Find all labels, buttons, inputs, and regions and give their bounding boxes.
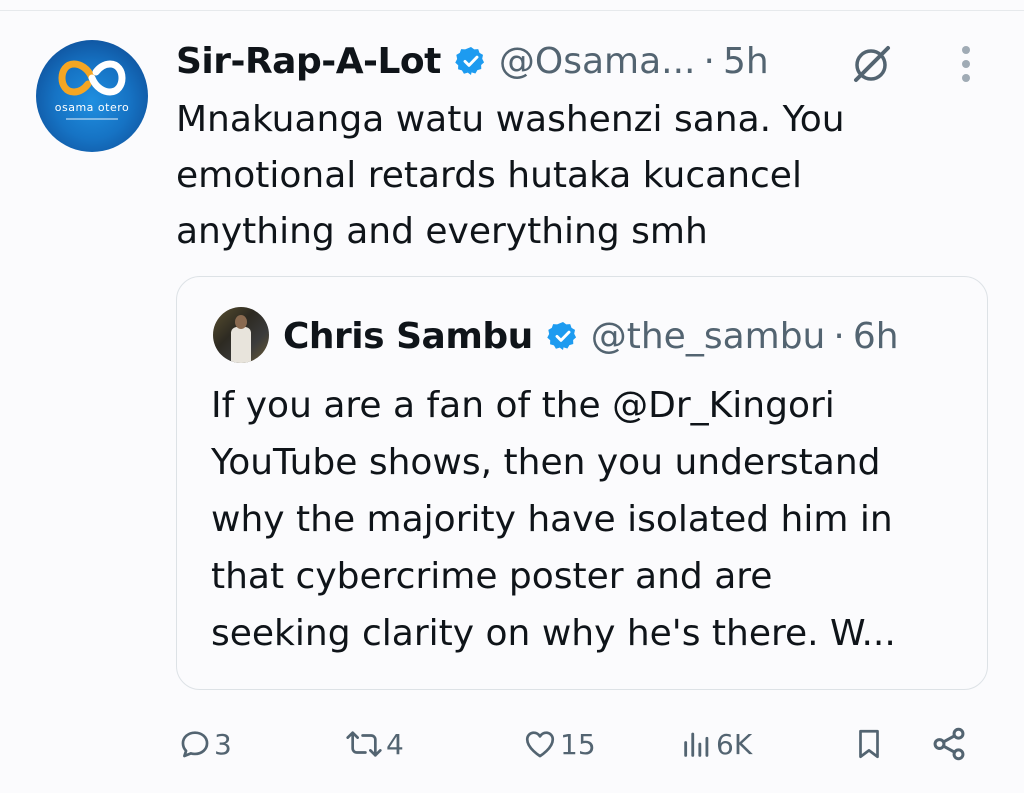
separator-dot: · (833, 315, 845, 357)
quoted-text-line: that cybercrime poster and are (211, 556, 773, 597)
separator-dot: · (703, 40, 715, 82)
quoted-tweet-header: Chris Sambu @the_sambu · 6h (283, 311, 899, 361)
bookmark-icon (859, 729, 879, 759)
tweet-text-line: emotional retards hutaka kucancel (176, 155, 802, 196)
like-count: 15 (560, 727, 596, 761)
grok-icon[interactable] (848, 42, 894, 92)
quoted-author-name[interactable]: Chris Sambu (283, 316, 533, 357)
quoted-text-line: seeking clarity on why he's there. W... (211, 613, 896, 654)
more-vertical-icon[interactable] (955, 44, 977, 88)
brand-logo-icon (58, 60, 126, 96)
retweet-count: 4 (386, 727, 404, 761)
timestamp[interactable]: 5h (723, 41, 769, 82)
tweet-text-line: anything and everything smh (176, 211, 708, 252)
quoted-text-line: YouTube shows, then you understand (211, 442, 881, 483)
quoted-text-line: If you are a fan of the @Dr_Kingori (211, 385, 835, 426)
avatar-tagline-line (66, 118, 118, 120)
quoted-timestamp[interactable]: 6h (853, 316, 899, 357)
author-name[interactable]: Sir-Rap-A-Lot (176, 41, 441, 82)
views-icon (684, 732, 709, 757)
like-button[interactable]: 15 (522, 716, 596, 772)
share-icon (933, 727, 965, 761)
retweet-button[interactable]: 4 (344, 716, 404, 772)
verified-badge-icon[interactable] (455, 45, 487, 77)
avatar-figure-head (235, 315, 247, 329)
reply-count: 3 (214, 727, 232, 761)
retweet-icon (346, 731, 382, 757)
views-count: 6K (716, 727, 753, 761)
avatar-figure (231, 327, 251, 363)
heart-icon (525, 731, 555, 758)
share-button[interactable] (930, 716, 968, 772)
action-bar: 3 4 15 6K (0, 716, 1024, 772)
quoted-tweet-card[interactable]: Chris Sambu @the_sambu · 6h If you are a… (176, 276, 988, 690)
reply-button[interactable]: 3 (178, 716, 232, 772)
top-divider (0, 10, 1024, 11)
tweet-text: Mnakuanga watu washenzi sana. You emotio… (176, 92, 966, 260)
quoted-tweet-text: If you are a fan of the @Dr_Kingori YouT… (211, 377, 971, 662)
views-button[interactable]: 6K (680, 716, 752, 772)
avatar-brand-text: osama otero (54, 101, 130, 114)
verified-badge-icon[interactable] (547, 320, 579, 352)
tweet-header: Sir-Rap-A-Lot @Osama... · 5h (176, 36, 769, 86)
author-handle[interactable]: @Osama... (499, 41, 696, 82)
bookmark-button[interactable] (852, 716, 886, 772)
tweet-text-line: Mnakuanga watu washenzi sana. You (176, 99, 845, 140)
quoted-text-line: why the majority have isolated him in (211, 499, 893, 540)
reply-icon (181, 731, 209, 758)
quoted-author-avatar[interactable] (213, 307, 269, 363)
quoted-author-handle[interactable]: @the_sambu (591, 316, 826, 357)
author-avatar[interactable]: osama otero (36, 40, 148, 152)
